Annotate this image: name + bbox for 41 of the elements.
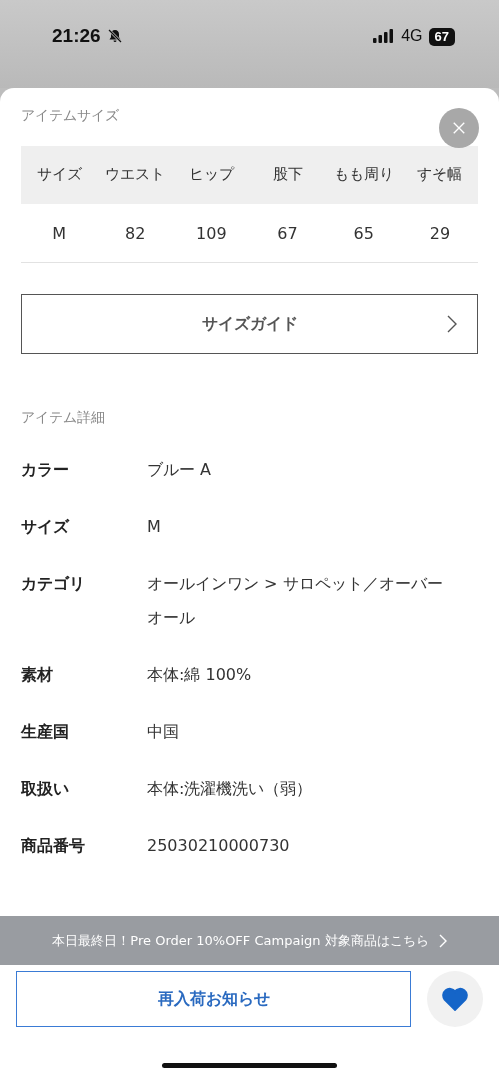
- close-icon: [452, 121, 466, 135]
- detail-label: カテゴリ: [21, 573, 86, 595]
- signal-icon: [373, 29, 394, 43]
- table-cell: M: [21, 204, 98, 263]
- table-cell: 29: [401, 204, 478, 263]
- detail-value: ブルー A: [147, 459, 213, 481]
- table-cell: 82: [97, 204, 174, 263]
- detail-value: 25030210000730: [147, 835, 291, 857]
- restock-notify-button[interactable]: 再入荷お知らせ: [16, 971, 411, 1027]
- table-cell: 67: [249, 204, 326, 263]
- detail-value: M: [147, 516, 162, 538]
- section-title: アイテム詳細: [21, 409, 106, 427]
- chevron-right-icon: [447, 315, 457, 333]
- battery-indicator: 67: [428, 28, 455, 46]
- detail-label: 素材: [21, 664, 54, 686]
- detail-label: 商品番号: [21, 835, 86, 857]
- section-title: アイテムサイズ: [21, 107, 119, 125]
- detail-value: オールインワン > サロペット／オーバーオール: [147, 573, 444, 629]
- size-guide-button[interactable]: サイズガイド: [21, 294, 478, 354]
- detail-label: サイズ: [21, 516, 71, 538]
- detail-value: 本体:洗濯機洗い（弱）: [147, 778, 314, 800]
- chevron-right-icon: [438, 933, 447, 948]
- detail-value: 中国: [147, 721, 180, 743]
- column-header: ウエスト: [97, 146, 174, 204]
- detail-label: 取扱い: [21, 778, 70, 800]
- table-cell: 65: [325, 204, 402, 263]
- detail-value: 本体:綿 100%: [147, 664, 253, 686]
- favorite-button[interactable]: [427, 971, 483, 1027]
- table-cell: 109: [173, 204, 250, 263]
- banner-text: 本日最終日！Pre Order 10%OFF Campaign 対象商品はこちら: [52, 931, 429, 950]
- campaign-banner[interactable]: 本日最終日！Pre Order 10%OFF Campaign 対象商品はこちら: [0, 916, 499, 965]
- column-header: 股下: [249, 146, 326, 204]
- column-header: すそ幅: [401, 146, 478, 204]
- detail-label: 生産国: [21, 721, 70, 743]
- column-header: もも周り: [325, 146, 402, 204]
- detail-label: カラー: [21, 459, 70, 481]
- column-header: サイズ: [21, 146, 98, 204]
- network-label: 4G: [401, 26, 423, 46]
- status-time: 21:26: [52, 24, 101, 48]
- column-header: ヒップ: [173, 146, 250, 204]
- bell-off-icon: [106, 28, 123, 44]
